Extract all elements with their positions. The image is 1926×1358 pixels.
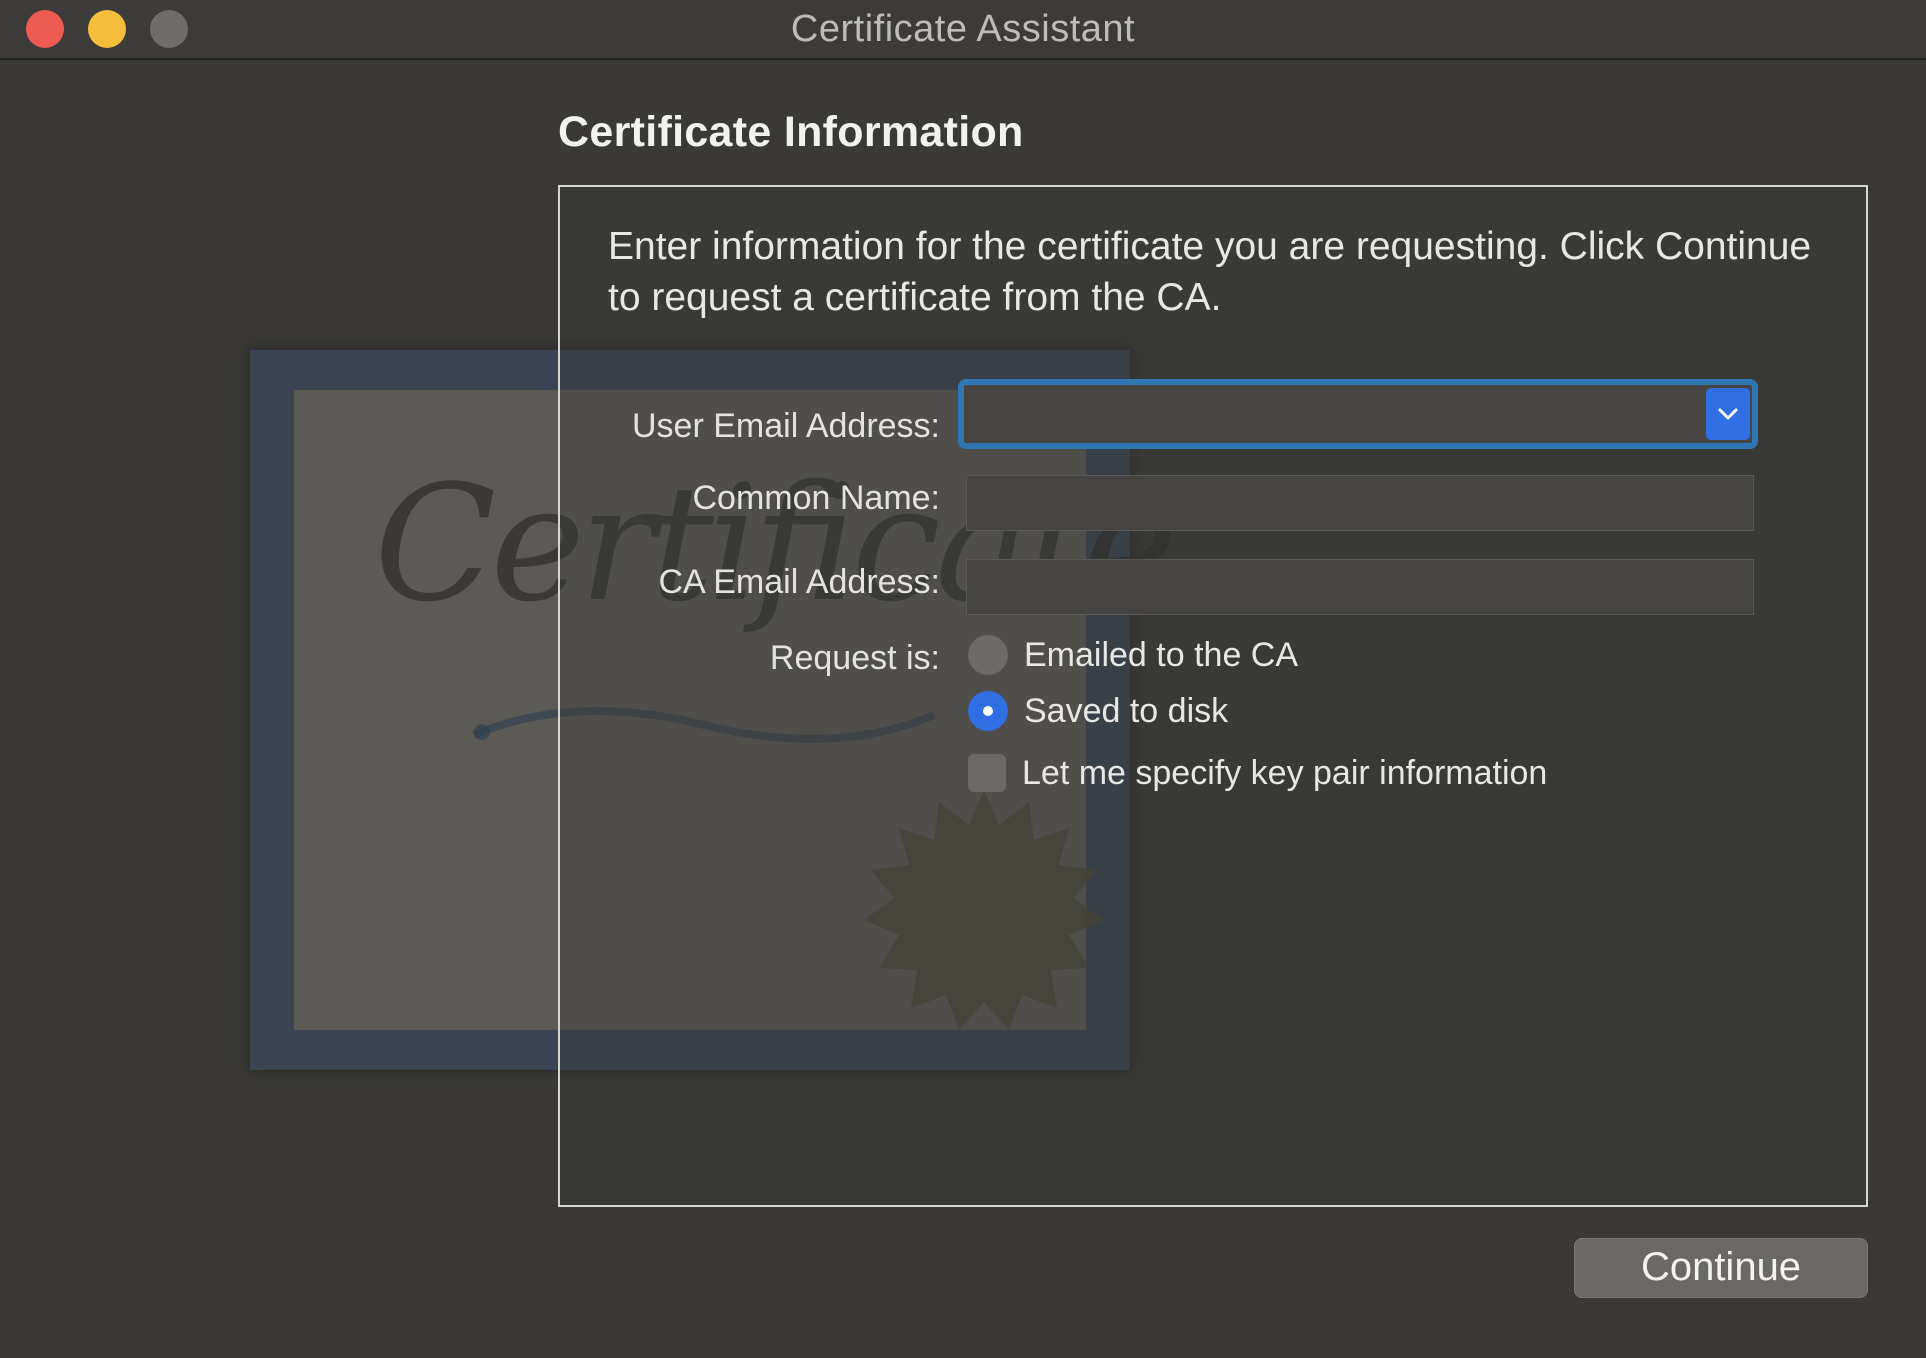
ca-email-field[interactable]: [966, 559, 1754, 615]
key-pair-checkbox-label: Let me specify key pair information: [1022, 753, 1548, 792]
window-title: Certificate Assistant: [790, 8, 1136, 50]
ca-email-label: CA Email Address:: [658, 563, 940, 601]
user-email-combobox[interactable]: [958, 379, 1758, 449]
request-is-label: Request is:: [769, 639, 940, 677]
common-name-label: Common Name:: [692, 479, 940, 517]
intro-text: Enter information for the certificate yo…: [608, 225, 1812, 319]
continue-button[interactable]: Continue: [1574, 1238, 1868, 1298]
radio-button-emailed[interactable]: [968, 635, 1008, 675]
user-email-dropdown-button[interactable]: [1706, 388, 1750, 440]
radio-emailed-label: Emailed to the CA: [1024, 635, 1299, 674]
common-name-field[interactable]: [966, 475, 1754, 531]
radio-selected-dot: [983, 706, 993, 716]
radio-emailed-to-ca[interactable]: Emailed to the CA: [968, 633, 1298, 677]
radio-saved-to-disk[interactable]: Saved to disk: [968, 689, 1228, 733]
certificate-info-panel: Enter information for the certificate yo…: [558, 185, 1868, 1207]
chevron-down-icon: [1718, 408, 1738, 420]
user-email-label: User Email Address:: [632, 407, 940, 445]
key-pair-checkbox-row[interactable]: Let me specify key pair information: [968, 751, 1547, 795]
user-email-input[interactable]: [968, 389, 1708, 439]
title-bar: Certificate Assistant: [0, 0, 1926, 60]
section-title: Certificate Information: [558, 108, 1024, 156]
key-pair-checkbox[interactable]: [968, 754, 1006, 792]
certificate-assistant-window: Certificate Assistant Certificate Certif…: [0, 0, 1926, 1358]
radio-button-saved[interactable]: [968, 691, 1008, 731]
radio-saved-label: Saved to disk: [1024, 691, 1229, 730]
